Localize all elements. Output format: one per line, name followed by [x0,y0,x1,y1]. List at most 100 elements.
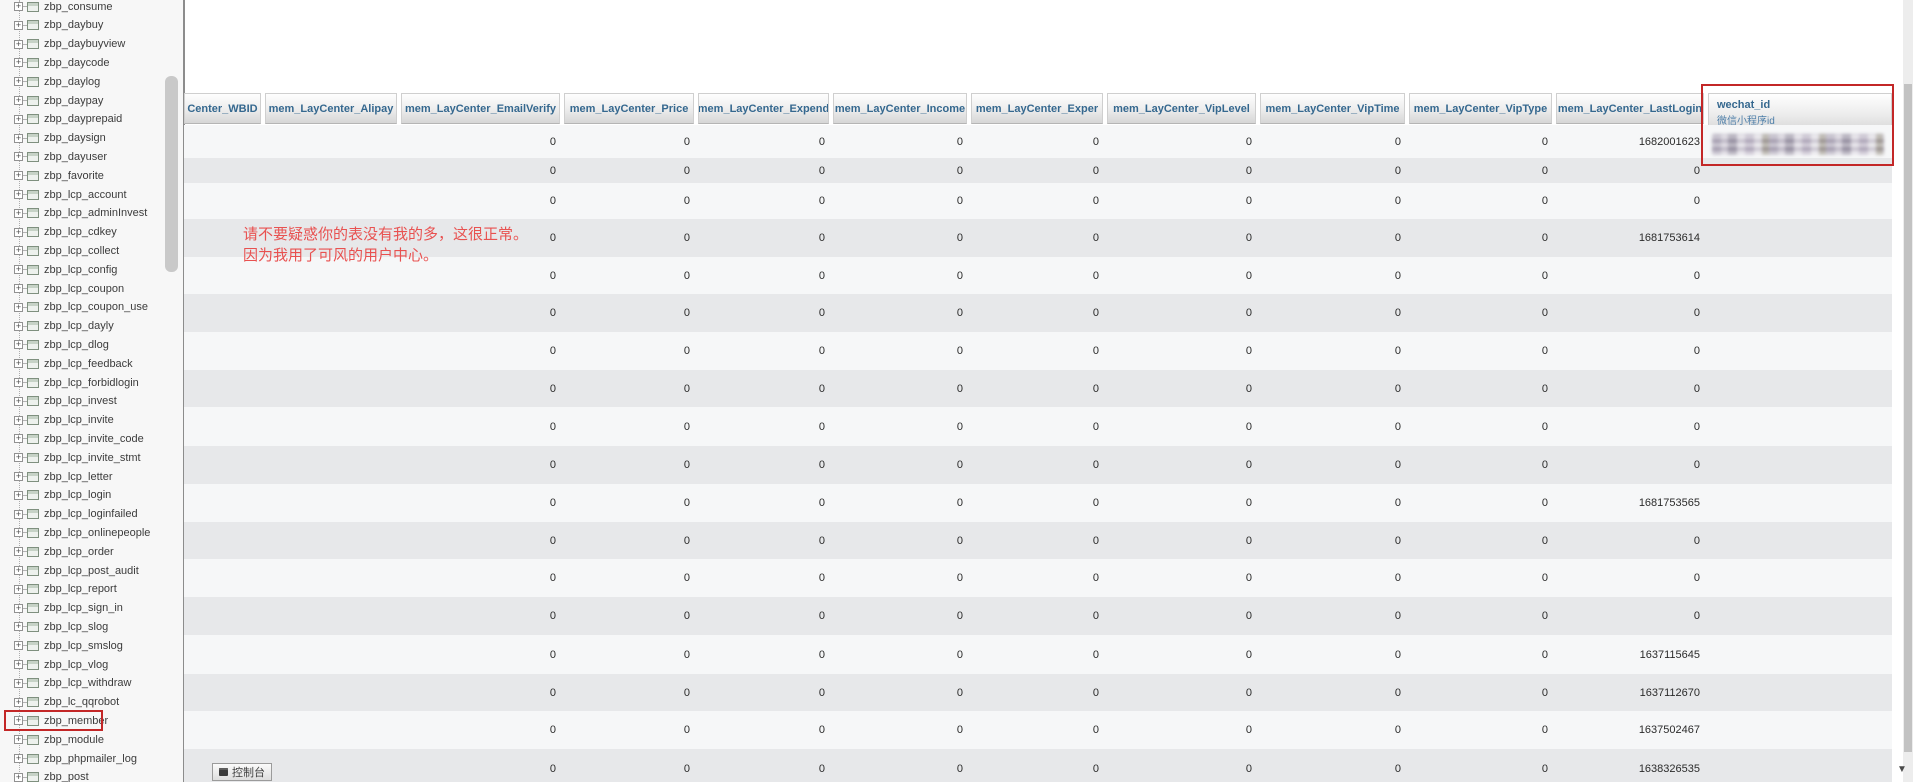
sidebar-item-zbp_lcp_feedback[interactable]: +zbp_lcp_feedback [0,354,133,373]
sidebar-item-zbp_daysign[interactable]: +zbp_daysign [0,129,106,148]
sidebar-item-zbp_lc_qqrobot[interactable]: +zbp_lc_qqrobot [0,693,119,712]
sidebar-item-zbp_lcp_coupon[interactable]: +zbp_lcp_coupon [0,279,124,298]
expand-icon[interactable]: + [14,604,23,613]
sidebar-item-zbp_member[interactable]: +zbp_member [0,711,108,730]
sidebar-item-zbp_daybuyview[interactable]: +zbp_daybuyview [0,35,125,54]
column-header-mem_LayCenter_EmailVerify[interactable]: mem_LayCenter_EmailVerify [401,93,560,124]
sidebar-item-zbp_lcp_invite_code[interactable]: +zbp_lcp_invite_code [0,429,144,448]
expand-icon[interactable]: + [14,491,23,500]
sidebar-item-zbp_lcp_cdkey[interactable]: +zbp_lcp_cdkey [0,223,117,242]
expand-icon[interactable]: + [14,171,23,180]
expand-icon[interactable]: + [14,566,23,575]
expand-icon[interactable]: + [14,359,23,368]
sidebar-item-zbp_lcp_slog[interactable]: +zbp_lcp_slog [0,617,108,636]
sidebar-item-zbp_dayprepaid[interactable]: +zbp_dayprepaid [0,110,122,129]
expand-icon[interactable]: + [14,472,23,481]
sidebar-item-zbp_lcp_adminInvest[interactable]: +zbp_lcp_adminInvest [0,204,147,223]
expand-icon[interactable]: + [14,378,23,387]
sidebar-item-zbp_lcp_onlinepeople[interactable]: +zbp_lcp_onlinepeople [0,523,150,542]
column-header-mem_LayCenter_Alipay[interactable]: mem_LayCenter_Alipay [265,93,397,124]
column-header-mem_LayCenter_VipTime[interactable]: mem_LayCenter_VipTime [1260,93,1405,124]
expand-icon[interactable]: + [14,660,23,669]
expand-icon[interactable]: + [14,510,23,519]
sidebar-item-zbp_consume[interactable]: +zbp_consume [0,0,113,16]
expand-icon[interactable]: + [14,152,23,161]
sidebar-item-zbp_lcp_sign_in[interactable]: +zbp_lcp_sign_in [0,599,123,618]
expand-icon[interactable]: + [14,40,23,49]
sidebar-item-zbp_module[interactable]: +zbp_module [0,730,104,749]
sidebar-item-zbp_lcp_collect[interactable]: +zbp_lcp_collect [0,241,119,260]
table-row: 000000001681753565 [184,484,1892,522]
sidebar-item-zbp_lcp_login[interactable]: +zbp_lcp_login [0,486,111,505]
expand-icon[interactable]: + [14,641,23,650]
sidebar-item-zbp_lcp_letter[interactable]: +zbp_lcp_letter [0,467,113,486]
sidebar-item-zbp_lcp_dayly[interactable]: +zbp_lcp_dayly [0,317,114,336]
expand-icon[interactable]: + [14,209,23,218]
expand-icon[interactable]: + [14,547,23,556]
expand-icon[interactable]: + [14,698,23,707]
column-header-mem_LayCenter_VipType[interactable]: mem_LayCenter_VipType [1409,93,1552,124]
column-header-mem_LayCenter_Income[interactable]: mem_LayCenter_Income [833,93,967,124]
expand-icon[interactable]: + [14,397,23,406]
sidebar-item-zbp_lcp_withdraw[interactable]: +zbp_lcp_withdraw [0,674,131,693]
expand-icon[interactable]: + [14,434,23,443]
sidebar-item-zbp_daypay[interactable]: +zbp_daypay [0,91,103,110]
sidebar-item-zbp_lcp_smslog[interactable]: +zbp_lcp_smslog [0,636,123,655]
sidebar-item-zbp_lcp_account[interactable]: +zbp_lcp_account [0,185,127,204]
expand-icon[interactable]: + [14,735,23,744]
expand-icon[interactable]: + [14,77,23,86]
expand-icon[interactable]: + [14,284,23,293]
expand-icon[interactable]: + [14,58,23,67]
expand-icon[interactable]: + [14,585,23,594]
column-header-mem_LayCenter_Expend[interactable]: mem_LayCenter_Expend [698,93,829,124]
main-scrollbar-thumb[interactable] [1904,84,1912,752]
expand-icon[interactable]: + [14,453,23,462]
column-header-mem_LayCenter_LastLogin[interactable]: mem_LayCenter_LastLogin [1556,93,1704,124]
sidebar-item-zbp_lcp_post_audit[interactable]: +zbp_lcp_post_audit [0,561,139,580]
sidebar-item-zbp_lcp_invite_stmt[interactable]: +zbp_lcp_invite_stmt [0,448,141,467]
expand-icon[interactable]: + [14,716,23,725]
sidebar-item-zbp_daycode[interactable]: +zbp_daycode [0,53,109,72]
sidebar-item-zbp_lcp_forbidlogin[interactable]: +zbp_lcp_forbidlogin [0,373,139,392]
expand-icon[interactable]: + [14,322,23,331]
sidebar-item-zbp_daylog[interactable]: +zbp_daylog [0,72,100,91]
sidebar-item-zbp_lcp_report[interactable]: +zbp_lcp_report [0,580,117,599]
sidebar-item-zbp_lcp_vlog[interactable]: +zbp_lcp_vlog [0,655,108,674]
scroll-down-icon[interactable]: ▼ [1893,760,1911,778]
expand-icon[interactable]: + [14,416,23,425]
expand-icon[interactable]: + [14,246,23,255]
expand-icon[interactable]: + [14,679,23,688]
sidebar-item-zbp_lcp_dlog[interactable]: +zbp_lcp_dlog [0,335,109,354]
sidebar-item-zbp_phpmailer_log[interactable]: +zbp_phpmailer_log [0,749,137,768]
sidebar-item-zbp_dayuser[interactable]: +zbp_dayuser [0,147,107,166]
expand-icon[interactable]: + [14,528,23,537]
sidebar-item-zbp_lcp_order[interactable]: +zbp_lcp_order [0,542,114,561]
sidebar-item-zbp_lcp_loginfailed[interactable]: +zbp_lcp_loginfailed [0,505,138,524]
expand-icon[interactable]: + [14,2,23,11]
sidebar-item-zbp_lcp_coupon_use[interactable]: +zbp_lcp_coupon_use [0,298,148,317]
expand-icon[interactable]: + [14,134,23,143]
expand-icon[interactable]: + [14,265,23,274]
column-header-mem_LayCenter_Price[interactable]: mem_LayCenter_Price [564,93,694,124]
expand-icon[interactable]: + [14,303,23,312]
expand-icon[interactable]: + [14,115,23,124]
expand-icon[interactable]: + [14,190,23,199]
console-button[interactable]: 控制台 [212,763,272,781]
expand-icon[interactable]: + [14,754,23,763]
sidebar-item-zbp_lcp_invest[interactable]: +zbp_lcp_invest [0,392,117,411]
expand-icon[interactable]: + [14,21,23,30]
expand-icon[interactable]: + [14,622,23,631]
expand-icon[interactable]: + [14,340,23,349]
expand-icon[interactable]: + [14,228,23,237]
sidebar-item-zbp_daybuy[interactable]: +zbp_daybuy [0,16,103,35]
sidebar-item-zbp_post[interactable]: +zbp_post [0,768,89,782]
column-header-mem_LayCenter_VipLevel[interactable]: mem_LayCenter_VipLevel [1107,93,1256,124]
expand-icon[interactable]: + [14,96,23,105]
column-header-mem_LayCenter_Exper[interactable]: mem_LayCenter_Exper [971,93,1103,124]
sidebar-scrollbar-thumb[interactable] [165,76,178,272]
sidebar-item-zbp_favorite[interactable]: +zbp_favorite [0,166,104,185]
expand-icon[interactable]: + [14,773,23,782]
sidebar-item-zbp_lcp_invite[interactable]: +zbp_lcp_invite [0,411,114,430]
sidebar-item-zbp_lcp_config[interactable]: +zbp_lcp_config [0,260,117,279]
column-header-Center_WBID[interactable]: Center_WBID [184,93,261,124]
